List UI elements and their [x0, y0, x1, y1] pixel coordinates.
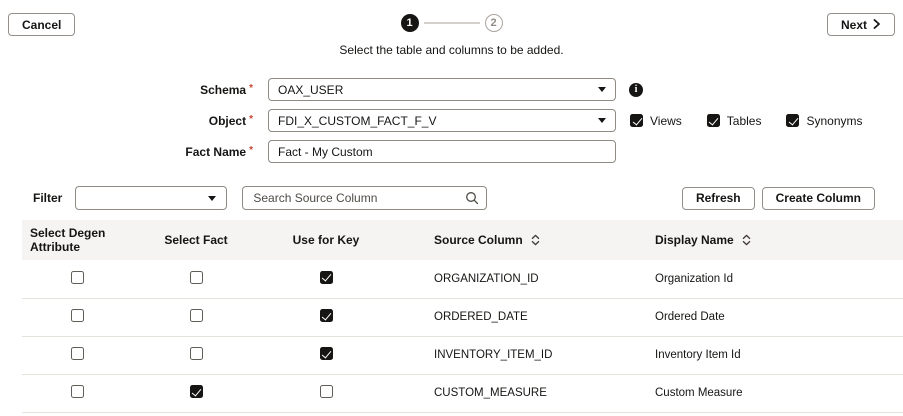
next-button[interactable]: Next [827, 13, 895, 36]
use-for-key-checkbox[interactable] [320, 347, 333, 360]
refresh-button[interactable]: Refresh [682, 187, 755, 210]
views-checkbox-label: Views [650, 114, 682, 128]
display-name-cell: Ordered Date [639, 298, 903, 336]
schema-row: Schema* OAX_USER i [0, 78, 903, 101]
required-marker: * [249, 145, 253, 156]
synonyms-checkbox[interactable] [786, 114, 799, 127]
chevron-down-icon [208, 196, 216, 201]
column-header-select-degen-attribute: Select Degen Attribute [22, 220, 132, 260]
object-label: Object* [0, 114, 253, 128]
synonyms-checkbox-item[interactable]: Synonyms [786, 114, 862, 128]
select-degen-checkbox[interactable] [71, 347, 84, 360]
fact-name-field-wrap [268, 140, 616, 163]
select-fact-checkbox[interactable] [190, 271, 203, 284]
select-fact-checkbox[interactable] [190, 309, 203, 322]
display-name-cell: Inventory Item Id [639, 336, 903, 374]
schema-label: Schema* [0, 83, 253, 97]
select-fact-checkbox[interactable] [190, 385, 203, 398]
use-for-key-checkbox[interactable] [320, 385, 333, 398]
chevron-right-icon [873, 18, 881, 32]
table-header: Select Degen Attribute Select Fact Use f… [22, 220, 903, 260]
use-for-key-checkbox[interactable] [320, 271, 333, 284]
chevron-down-icon [598, 118, 606, 123]
display-name-cell: Organization Id [639, 260, 903, 298]
step-connector-line [424, 22, 480, 24]
object-select[interactable]: FDI_X_CUSTOM_FACT_F_V [268, 109, 616, 132]
select-fact-checkbox[interactable] [190, 347, 203, 360]
create-column-button[interactable]: Create Column [762, 187, 875, 210]
source-columns-table: Select Degen Attribute Select Fact Use f… [22, 220, 903, 413]
tables-checkbox-label: Tables [727, 114, 762, 128]
select-degen-checkbox[interactable] [71, 385, 84, 398]
schema-select[interactable]: OAX_USER [268, 78, 616, 101]
select-degen-checkbox[interactable] [71, 271, 84, 284]
fact-name-label: Fact Name* [0, 145, 253, 159]
table-row: ORGANIZATION_ID Organization Id [22, 260, 903, 298]
source-column-cell: ORDERED_DATE [392, 298, 639, 336]
info-icon[interactable]: i [629, 83, 643, 97]
views-checkbox-item[interactable]: Views [630, 114, 682, 128]
table-body: ORGANIZATION_ID Organization Id ORDERED_… [22, 260, 903, 412]
column-header-use-for-key: Use for Key [260, 220, 392, 260]
source-column-cell: ORGANIZATION_ID [392, 260, 639, 298]
chevron-down-icon [598, 87, 606, 92]
use-for-key-checkbox[interactable] [320, 309, 333, 322]
schema-select-value: OAX_USER [278, 83, 343, 97]
synonyms-checkbox-label: Synonyms [806, 114, 862, 128]
sort-icon[interactable] [531, 234, 540, 246]
object-type-filters: Views Tables Synonyms [630, 114, 863, 128]
search-source-column-input[interactable] [242, 186, 487, 210]
sort-icon[interactable] [742, 234, 751, 246]
column-header-display-name[interactable]: Display Name [639, 220, 903, 260]
step-2-indicator[interactable]: 2 [485, 14, 503, 32]
tables-checkbox[interactable] [707, 114, 720, 127]
table-row: INVENTORY_ITEM_ID Inventory Item Id [22, 336, 903, 374]
column-header-select-fact: Select Fact [132, 220, 260, 260]
source-column-cell: CUSTOM_MEASURE [392, 374, 639, 412]
add-fact-wizard: { "header": { "cancel_label": "Cancel", … [0, 0, 903, 416]
required-marker: * [249, 114, 253, 125]
required-marker: * [249, 83, 253, 94]
table-row: ORDERED_DATE Ordered Date [22, 298, 903, 336]
views-checkbox[interactable] [630, 114, 643, 127]
column-header-source-column[interactable]: Source Column [392, 220, 639, 260]
filter-label: Filter [33, 191, 62, 205]
select-degen-checkbox[interactable] [71, 309, 84, 322]
table-selection-form: Schema* OAX_USER i Object* FDI_X_CUSTOM_… [0, 78, 903, 163]
tables-checkbox-item[interactable]: Tables [707, 114, 762, 128]
wizard-stepper: 1 2 [401, 14, 503, 32]
step-1-indicator[interactable]: 1 [401, 14, 419, 32]
fact-name-input[interactable] [278, 145, 606, 159]
cancel-button[interactable]: Cancel [8, 13, 75, 36]
toolbar-right-group: Refresh Create Column [682, 187, 875, 210]
instruction-text: Select the table and columns to be added… [0, 43, 903, 57]
next-button-label: Next [841, 18, 867, 32]
display-name-cell: Custom Measure [639, 374, 903, 412]
fact-name-row: Fact Name* [0, 140, 903, 163]
source-column-cell: INVENTORY_ITEM_ID [392, 336, 639, 374]
search-icon [465, 191, 479, 208]
search-wrap [242, 186, 487, 210]
wizard-top-bar: Cancel 1 2 Next [0, 0, 903, 36]
table-row: CUSTOM_MEASURE Custom Measure [22, 374, 903, 412]
object-row: Object* FDI_X_CUSTOM_FACT_F_V Views Tabl… [0, 109, 903, 132]
object-select-value: FDI_X_CUSTOM_FACT_F_V [278, 114, 436, 128]
filter-select[interactable] [75, 186, 227, 210]
table-toolbar: Filter Refresh Create Column [0, 186, 903, 210]
